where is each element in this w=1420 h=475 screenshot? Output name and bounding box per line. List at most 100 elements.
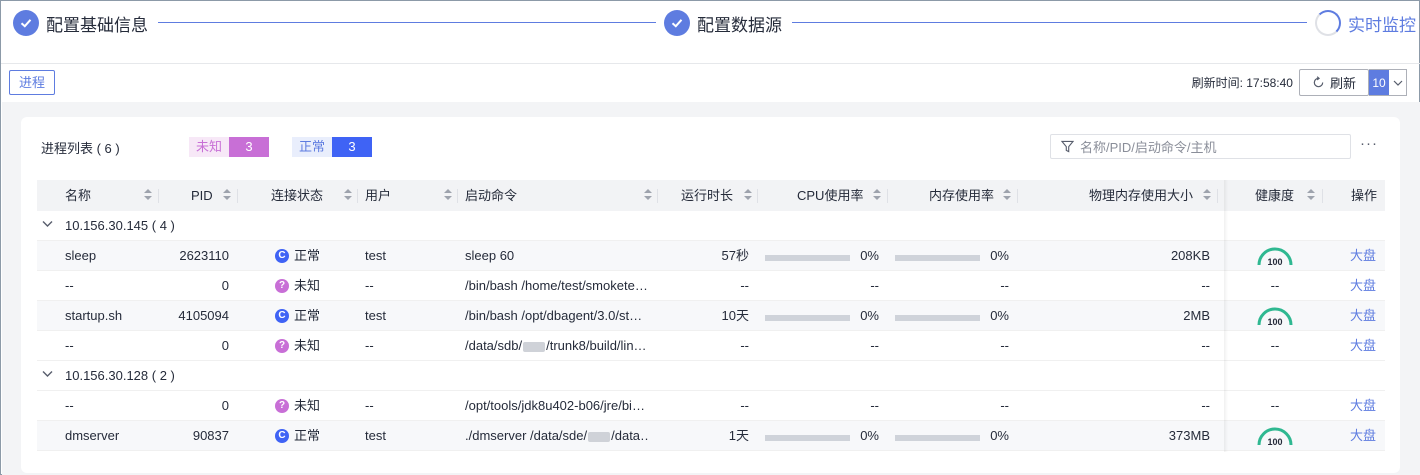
- col-cpu[interactable]: CPU使用率: [797, 180, 863, 211]
- memory-progress-bar: [895, 315, 980, 321]
- badge-count: 3: [332, 137, 373, 157]
- column-divider: [887, 189, 888, 203]
- table-row: -- 0 ? 未知 -- /bin/bash /home/test/smokete…: [37, 271, 1385, 301]
- cell-uptime: 10天: [721, 308, 749, 323]
- wizard-steps: 配置基础信息 配置数据源 实时监控: [1, 1, 1420, 45]
- status-text: 正常: [294, 428, 321, 443]
- sort-icon[interactable]: [1003, 189, 1011, 201]
- health-value: 100: [1267, 437, 1282, 447]
- cell-pid: 4105094: [178, 308, 229, 323]
- step-realtime-monitor[interactable]: 实时监控: [1315, 8, 1416, 38]
- col-connection-status[interactable]: 连接状态: [271, 180, 323, 211]
- sort-icon[interactable]: [744, 189, 752, 201]
- interval-value: 10: [1369, 70, 1389, 95]
- col-user[interactable]: 用户: [365, 180, 391, 211]
- cell-physical-memory: 2MB: [1183, 308, 1210, 323]
- memory-progress-bar: [895, 435, 980, 441]
- command-text: /bin/bash /opt/dbagent/3.0/st…: [465, 308, 643, 323]
- check-icon: [13, 10, 39, 36]
- col-name[interactable]: 名称: [65, 180, 91, 211]
- sort-icon[interactable]: [144, 189, 152, 201]
- refresh-time: 刷新时间: 17:58:40: [1191, 76, 1293, 90]
- col-physical-memory[interactable]: 物理内存使用大小: [1089, 180, 1193, 211]
- chevron-down-icon[interactable]: [42, 220, 53, 228]
- status-badge-normal[interactable]: 正常 3: [292, 137, 373, 157]
- status-badge-unknown[interactable]: 未知 3: [189, 137, 270, 157]
- col-action: 操作: [1351, 188, 1378, 203]
- cell-uptime: --: [740, 278, 749, 293]
- col-health[interactable]: 健康度: [1255, 180, 1294, 211]
- cell-user: --: [365, 278, 374, 293]
- app-frame: 配置基础信息 配置数据源 实时监控 进程 刷新时间: 17:58:40 刷新 1…: [0, 0, 1420, 475]
- step-basic-info[interactable]: 配置基础信息: [13, 8, 148, 38]
- table-row: startup.sh 4105094 C 正常 test /bin/bash /o…: [37, 301, 1385, 331]
- col-uptime[interactable]: 运行时长: [681, 180, 733, 211]
- dashboard-link[interactable]: 大盘: [1350, 241, 1390, 271]
- table-header: 名称 PID 连接状态 用户 启动命令 运行时长 CPU使用率 内存使用率 物理…: [37, 180, 1385, 211]
- cell-physical-memory: 208KB: [1170, 248, 1210, 263]
- toolbar: 进程 刷新时间: 17:58:40 刷新 10: [1, 64, 1420, 102]
- cell-user: test: [365, 428, 386, 443]
- filter-search-input[interactable]: 名称/PID/启动命令/主机: [1050, 134, 1351, 159]
- chevron-down-icon[interactable]: [42, 370, 53, 378]
- column-divider: [1017, 189, 1018, 203]
- cell-cpu: 0%: [860, 308, 879, 323]
- cell-health: --: [1270, 338, 1280, 353]
- cell-user: --: [365, 338, 374, 353]
- sort-icon[interactable]: [444, 189, 452, 201]
- dashboard-link[interactable]: 大盘: [1350, 301, 1390, 331]
- more-options-icon[interactable]: ···: [1360, 135, 1378, 152]
- refresh-interval-select[interactable]: 10: [1369, 69, 1407, 96]
- loading-ring-icon: [1315, 10, 1341, 36]
- col-pid[interactable]: PID: [191, 180, 213, 211]
- cell-physical-memory: --: [1201, 398, 1210, 413]
- host-group-row[interactable]: 10.156.30.145 ( 4 ): [37, 211, 1385, 241]
- step-connector: [158, 22, 656, 23]
- refresh-button-label: 刷新: [1329, 76, 1356, 91]
- check-icon: [664, 10, 690, 36]
- cell-uptime: 57秒: [721, 248, 749, 263]
- dashboard-link[interactable]: 大盘: [1350, 391, 1390, 421]
- tab-process[interactable]: 进程: [9, 70, 56, 95]
- column-divider: [237, 189, 238, 203]
- host-group-row[interactable]: 10.156.30.128 ( 2 ): [37, 361, 1385, 391]
- cell-uptime: --: [740, 398, 749, 413]
- step-label: 实时监控: [1348, 15, 1416, 35]
- column-divider: [158, 189, 159, 203]
- status-text: 未知: [294, 338, 321, 353]
- refresh-area: 刷新时间: 17:58:40 刷新 10: [1192, 69, 1407, 96]
- step-data-source[interactable]: 配置数据源: [664, 8, 782, 38]
- cell-cpu: 0%: [860, 248, 879, 263]
- cell-physical-memory: --: [1201, 278, 1210, 293]
- cell-user: test: [365, 248, 386, 263]
- cell-pid: 0: [221, 398, 229, 413]
- chevron-down-icon: [1389, 70, 1406, 95]
- sort-icon[interactable]: [1203, 189, 1211, 201]
- cell-status: ? 未知: [275, 331, 355, 361]
- dashboard-link[interactable]: 大盘: [1350, 271, 1390, 301]
- col-memory[interactable]: 内存使用率: [929, 180, 994, 211]
- table-row: -- 0 ? 未知 -- /data/sdb/ /trunk8/build/lin……: [37, 331, 1385, 361]
- status-text: 正常: [294, 308, 321, 323]
- process-table: 名称 PID 连接状态 用户 启动命令 运行时长 CPU使用率 内存使用率 物理…: [37, 180, 1385, 452]
- sort-icon[interactable]: [344, 189, 352, 201]
- sort-icon[interactable]: [644, 189, 652, 201]
- cell-status: C 正常: [275, 301, 355, 331]
- cell-uptime: --: [740, 338, 749, 353]
- dashboard-link[interactable]: 大盘: [1350, 331, 1390, 361]
- cell-memory: --: [1000, 398, 1009, 413]
- sort-icon[interactable]: [1307, 189, 1315, 201]
- col-command[interactable]: 启动命令: [465, 180, 517, 211]
- normal-status-icon: C: [275, 249, 289, 263]
- health-gauge: 100: [1257, 247, 1293, 267]
- dashboard-link[interactable]: 大盘: [1350, 421, 1390, 451]
- refresh-button[interactable]: 刷新: [1298, 69, 1369, 96]
- cell-pid: 0: [221, 278, 229, 293]
- command-text: /opt/tools/jdk8u402-b06/jre/bi…: [465, 398, 645, 413]
- cell-physical-memory: 373MB: [1168, 428, 1210, 443]
- cell-command: sleep 60: [465, 241, 650, 271]
- sort-icon[interactable]: [223, 189, 231, 201]
- column-divider: [657, 189, 658, 203]
- sort-icon[interactable]: [873, 189, 881, 201]
- unknown-status-icon: ?: [275, 399, 289, 413]
